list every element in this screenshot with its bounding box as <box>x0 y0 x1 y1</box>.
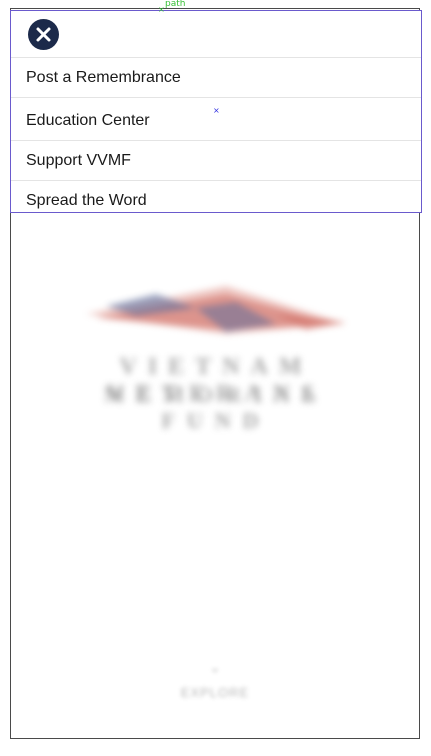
close-icon <box>36 27 51 42</box>
hero-section: VIETNAM VETERANS MEMORIAL FUND ⌄ EXPLORE <box>11 214 419 738</box>
menu-item-education-center[interactable]: Education Center <box>11 98 421 141</box>
scroll-hint[interactable]: ⌄ EXPLORE <box>11 659 419 700</box>
menu-item-label: Spread the Word <box>26 192 147 209</box>
menu-item-post-remembrance[interactable]: Post a Remembrance <box>11 58 421 98</box>
logo-text-line2: MEMORIAL FUND <box>103 382 329 433</box>
path-marker-icon: × <box>158 5 165 14</box>
cursor-marker-icon: × <box>213 106 220 115</box>
menu-item-support-vvmf[interactable]: Support VVMF <box>11 141 421 181</box>
menu-item-label: Post a Remembrance <box>26 69 181 86</box>
vvmf-logo: VIETNAM VETERANS MEMORIAL FUND <box>51 284 381 433</box>
menu-header <box>11 11 421 58</box>
chevron-down-icon: ⌄ <box>209 659 221 675</box>
path-marker-label: path <box>165 0 186 9</box>
menu-item-label: Education Center <box>26 112 150 129</box>
menu-item-label: Support VVMF <box>26 152 131 169</box>
close-menu-button[interactable] <box>28 19 59 50</box>
scroll-hint-label: EXPLORE <box>180 685 250 700</box>
flag-wing-icon <box>86 286 346 334</box>
menu-item-spread-the-word[interactable]: Spread the Word <box>11 181 421 221</box>
